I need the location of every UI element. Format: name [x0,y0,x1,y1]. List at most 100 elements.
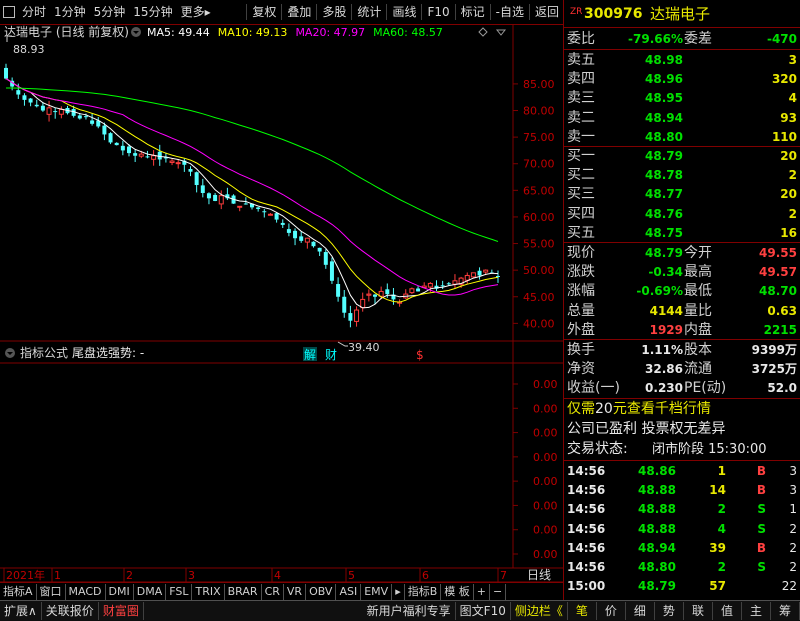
tab-timeshare[interactable]: 分时 [18,1,50,23]
tick-row[interactable]: 14:56 48.88 4 S 2 [564,520,800,539]
tab-more[interactable]: 更多▸ [177,1,215,23]
tab-5min[interactable]: 5分钟 [90,1,130,23]
overlay-button[interactable]: 叠加 [283,1,315,23]
date-tick-label: 7 [500,569,507,582]
tick-time: 14:56 [567,502,606,517]
ma-legend-item: MA20: 47.97 [295,26,365,39]
indicator-tab[interactable]: OBV [306,583,337,600]
ask-row[interactable]: 卖二 48.94 93 [564,109,800,128]
candle-body [194,172,199,186]
indicator-tab[interactable]: DMA [134,583,167,600]
candle-body [373,294,377,297]
price-tick-label: 65.00 [523,184,555,197]
side-tab[interactable]: 笔 [568,602,597,620]
side-tab[interactable]: 细 [626,602,655,620]
tick-row[interactable]: 14:56 48.80 2 S 2 [564,558,800,577]
quote-row[interactable]: 总量 4144 量比 0.63 [564,302,800,321]
bid-row[interactable]: 买三 48.77 20 [564,185,800,204]
candle-body [336,284,341,297]
ask-row[interactable]: 卖五 48.98 3 [564,51,800,70]
multi-stock-button[interactable]: 多股 [318,1,350,23]
bottom-bar-mid-item[interactable]: 侧边栏《 [511,602,568,620]
tick-row[interactable]: 15:00 48.79 57 22 [564,577,800,596]
indicator-tab[interactable]: 指标B [405,583,442,600]
f10-button[interactable]: F10 [423,1,453,23]
mark-button[interactable]: 标记 [457,1,489,23]
indicator-tab[interactable]: + [474,583,490,600]
quote-row[interactable]: 外盘 1929 内盘 2215 [564,321,800,340]
finance-event-marker[interactable]: 财 [325,348,337,362]
quote-label: 现价 [567,245,595,261]
kline-chart[interactable]: 达瑞电子 (日线 前复权) MA5: 49.44 MA10: 49.13 MA20:… [0,24,563,582]
bottom-bar-mid-item[interactable]: 新用户福利专享 [363,602,456,620]
dividend-event-marker[interactable]: $ [416,348,424,362]
ask-row[interactable]: 卖三 48.95 4 [564,89,800,108]
tick-row[interactable]: 14:56 48.88 14 B 3 [564,481,800,500]
indicator-axis: 0.00 0.00 0.00 0.00 0.00 0.00 0.00 0.00 [513,378,558,561]
indicator-tab[interactable]: 模 板 [441,583,474,600]
remove-watchlist-button[interactable]: -自选 [492,1,528,23]
indicator-tab[interactable]: 指标A [0,583,37,600]
tick-row[interactable]: 14:56 48.86 1 B 3 [564,462,800,481]
tab-1min[interactable]: 1分钟 [50,1,90,23]
finance-row[interactable]: 收益(一) 0.230 PE(动) 52.0 [564,379,800,398]
back-button[interactable]: 返回 [531,1,563,23]
chart-title: 达瑞电子 (日线 前复权) [4,24,129,39]
bid-row[interactable]: 买五 48.75 16 [564,224,800,243]
indicator-tab[interactable]: MACD [66,583,106,600]
indicator-tab[interactable]: CR [262,583,284,600]
tick-volume: 4 [717,521,726,536]
bottom-bar-left-item[interactable]: 扩展∧ [0,602,42,620]
side-tab[interactable]: 势 [655,602,684,620]
indicator-formula-label[interactable]: 指标公式 [20,345,68,360]
bid-row[interactable]: 买四 48.76 2 [564,205,800,224]
indicator-tab[interactable]: VR [284,583,307,600]
candle-body [299,236,304,241]
quote-row[interactable]: 涨幅 -0.69% 最低 48.70 [564,282,800,301]
indicator-tab[interactable]: BRAR [225,583,262,600]
quote-row[interactable]: 现价 48.79 今开 49.55 [564,244,800,263]
tick-row[interactable]: 14:56 48.94 39 B 2 [564,539,800,558]
level2-promo[interactable]: 仅需20元查看千档行情 [564,400,800,419]
finance-row[interactable]: 换手 1.11% 股本 9399万 [564,341,800,360]
indicator-tab[interactable]: ASI [336,583,362,600]
bottom-bar-left-item[interactable]: 关联报价 [42,602,99,620]
statistics-button[interactable]: 统计 [353,1,385,23]
ask-row[interactable]: 卖四 48.96 320 [564,70,800,89]
title-dropdown-icon[interactable] [131,27,141,37]
sidebar-toggle-icon[interactable] [3,6,15,18]
indicator-tab[interactable]: 窗口 [37,583,66,600]
indicator-tab[interactable]: − [490,583,507,600]
indicator-tab[interactable]: FSL [166,583,193,600]
tab-15min[interactable]: 15分钟 [129,1,176,23]
finance-value: 1.11% [641,343,683,357]
collapse-pane-icon[interactable] [478,27,488,37]
tick-time: 14:56 [567,540,606,555]
side-tab[interactable]: 主 [742,602,771,620]
indicator-dropdown-icon[interactable] [5,348,15,358]
tick-side: S [757,560,766,574]
daily-period-label[interactable]: 日线 [527,568,551,582]
ask-row[interactable]: 卖一 48.80 110 [564,128,800,147]
indicator-tab[interactable]: DMI [106,583,134,600]
bid-row[interactable]: 买一 48.79 20 [564,147,800,166]
expand-pane-icon[interactable] [495,29,507,36]
bottom-bar-mid-item[interactable]: 图文F10 [456,602,511,620]
weibi-value: -79.66% [628,32,683,46]
tick-row[interactable]: 14:56 48.88 2 S 1 [564,500,800,519]
candle-body [108,133,113,143]
draw-line-button[interactable]: 画线 [388,1,420,23]
indicator-tab[interactable]: EMV [361,583,393,600]
side-tab[interactable]: 值 [713,602,742,620]
bid-row[interactable]: 买二 48.78 2 [564,166,800,185]
candle-body [90,120,95,124]
indicator-tab[interactable]: ▸ [392,583,405,600]
restore-rights-button[interactable]: 复权 [248,1,280,23]
finance-row[interactable]: 净资 32.86 流通 3725万 [564,360,800,379]
bottom-bar-left-item[interactable]: 财富圈 [99,602,144,620]
indicator-tab[interactable]: TRIX [192,583,225,600]
quote-row[interactable]: 涨跌 -0.34 最高 49.57 [564,263,800,282]
side-tab[interactable]: 联 [684,602,713,620]
side-tab[interactable]: 筹 [771,602,800,620]
side-tab[interactable]: 价 [597,602,626,620]
